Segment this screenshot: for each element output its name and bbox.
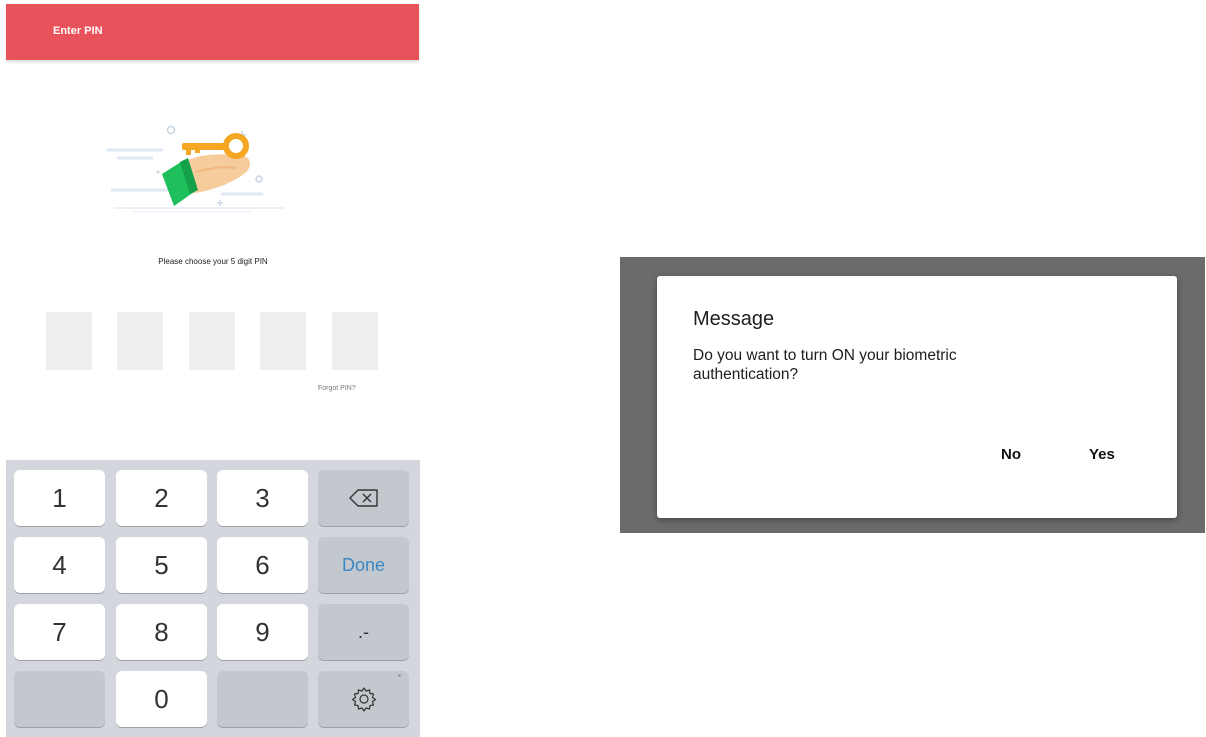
key-3[interactable]: 3: [217, 470, 308, 526]
backspace-icon: [348, 489, 378, 507]
done-key[interactable]: Done: [318, 537, 409, 593]
key-9[interactable]: 9: [217, 604, 308, 660]
key-5[interactable]: 5: [116, 537, 207, 593]
key-8[interactable]: 8: [116, 604, 207, 660]
key-6[interactable]: 6: [217, 537, 308, 593]
pin-digit-box-1[interactable]: [46, 312, 92, 370]
pin-digit-box-3[interactable]: [189, 312, 235, 370]
screenshot-canvas: Enter PIN Please choose your 5 digit PIN…: [0, 0, 1206, 737]
hand-key-illustration: [106, 125, 284, 213]
numeric-keyboard: 1 2 3 4 5 6 Done 7 8 9 .- 0: [6, 460, 420, 737]
dialog-message: Do you want to turn ON your biometric au…: [693, 347, 957, 383]
app-bar-title: Enter PIN: [53, 25, 103, 37]
pin-input-row[interactable]: [46, 312, 378, 370]
biometric-dialog: Message Do you want to turn ON your biom…: [657, 276, 1177, 518]
key-7[interactable]: 7: [14, 604, 105, 660]
pin-digit-box-4[interactable]: [260, 312, 306, 370]
pin-digit-box-2[interactable]: [117, 312, 163, 370]
forgot-pin-link[interactable]: Forgot PIN?: [318, 385, 356, 392]
keyboard-settings-key[interactable]: [318, 671, 409, 727]
key-4[interactable]: 4: [14, 537, 105, 593]
no-button[interactable]: No: [1001, 446, 1021, 463]
backspace-key[interactable]: [318, 470, 409, 526]
pin-prompt: Please choose your 5 digit PIN: [158, 257, 268, 266]
key-1[interactable]: 1: [14, 470, 105, 526]
key-0[interactable]: 0: [116, 671, 207, 727]
key-2[interactable]: 2: [116, 470, 207, 526]
gear-icon: [351, 687, 376, 712]
pin-screen: Enter PIN Please choose your 5 digit PIN…: [6, 4, 420, 737]
dialog-title: Message: [693, 308, 775, 330]
blank-key-left: [14, 671, 105, 727]
pin-digit-box-5[interactable]: [332, 312, 378, 370]
yes-button[interactable]: Yes: [1089, 446, 1115, 463]
app-bar: Enter PIN: [6, 4, 419, 60]
keyboard-indicator-dot: [398, 674, 401, 677]
blank-key-right: [217, 671, 308, 727]
punctuation-key[interactable]: .-: [318, 604, 409, 660]
